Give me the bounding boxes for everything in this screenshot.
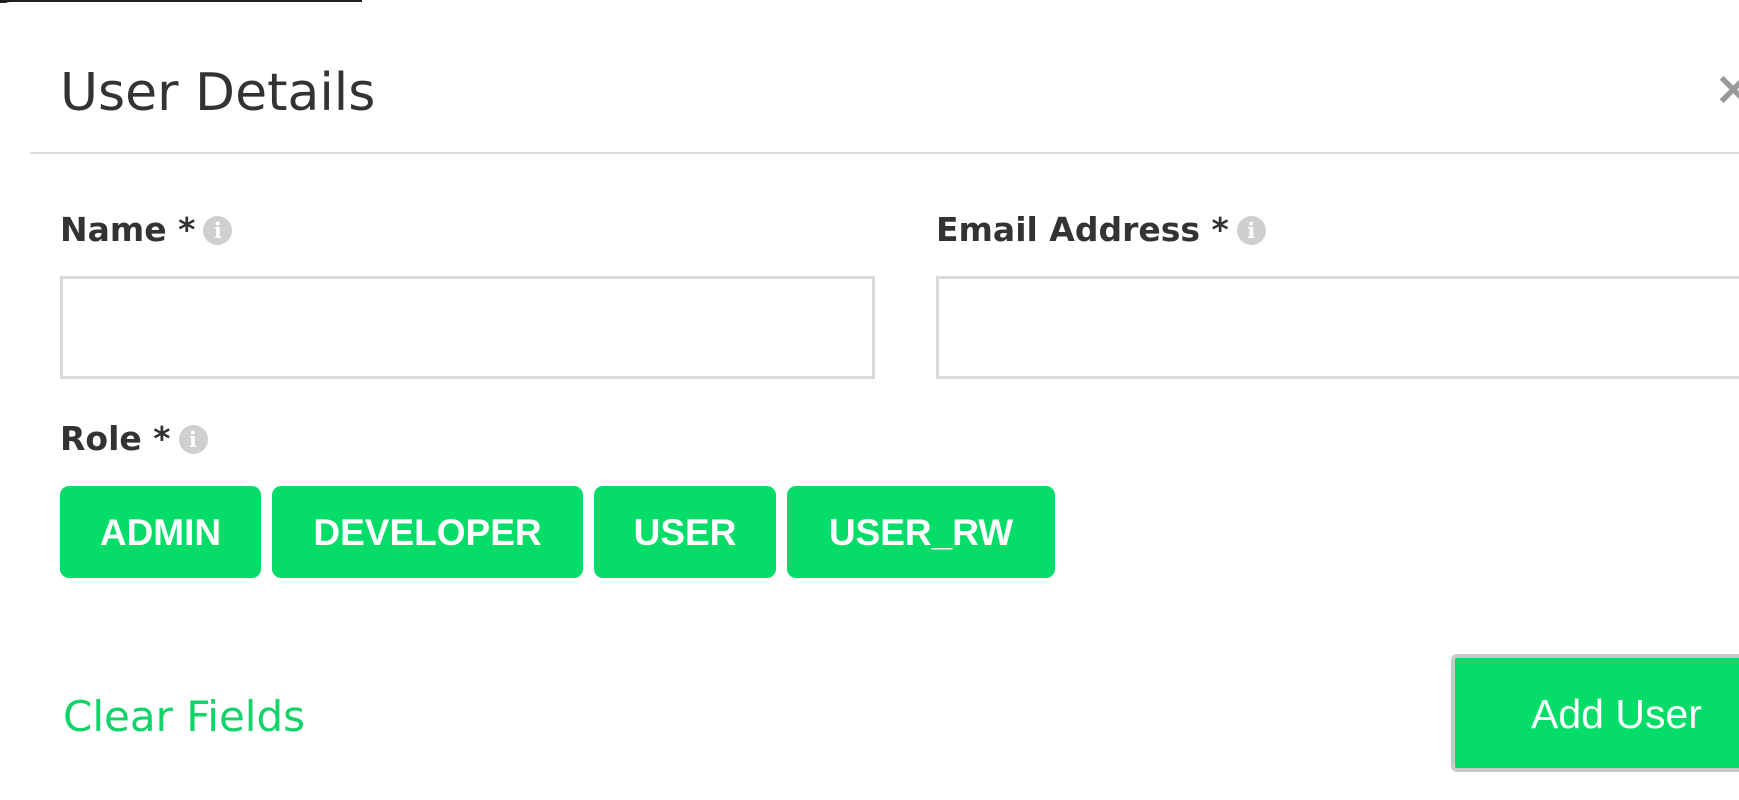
name-label-text: Name * — [60, 210, 196, 249]
clear-fields-link[interactable]: Clear Fields — [63, 690, 305, 744]
role-admin-button[interactable]: ADMIN — [60, 486, 261, 578]
role-label-text: Role * — [60, 419, 171, 458]
email-label-text: Email Address * — [936, 210, 1229, 249]
role-label: Role * i — [60, 419, 208, 459]
email-input[interactable] — [936, 276, 1739, 379]
info-icon[interactable]: i — [1236, 215, 1266, 245]
info-icon[interactable]: i — [203, 215, 233, 245]
role-options: ADMIN DEVELOPER USER USER_RW — [60, 486, 1055, 578]
add-user-button[interactable]: Add User — [1451, 654, 1739, 772]
name-input[interactable] — [60, 276, 875, 379]
email-label: Email Address * i — [936, 210, 1266, 250]
name-label: Name * i — [60, 210, 233, 250]
modal-title: User Details — [60, 63, 376, 123]
role-user-rw-button[interactable]: USER_RW — [787, 486, 1055, 578]
user-details-modal: User Details × Name * i Email Address * … — [0, 2, 1739, 800]
info-icon[interactable]: i — [178, 424, 208, 454]
role-user-button[interactable]: USER — [594, 486, 776, 578]
role-developer-button[interactable]: DEVELOPER — [272, 486, 583, 578]
header-divider — [30, 152, 1739, 154]
page: User Details × Name * i Email Address * … — [0, 0, 1739, 800]
close-icon[interactable]: × — [1714, 65, 1739, 111]
